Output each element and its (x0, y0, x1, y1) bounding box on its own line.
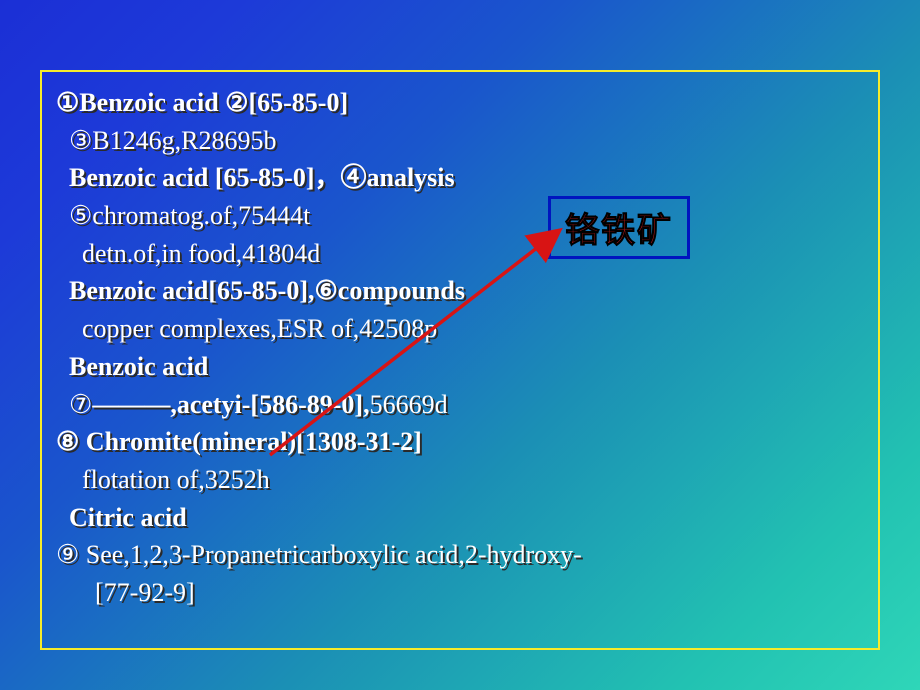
index-line: ③B1246g,R28695b (56, 122, 864, 160)
index-line: ⑨ See,1,2,3-Propanetricarboxylic acid,2-… (56, 536, 864, 574)
index-line: ⑧ Chromite(mineral)[1308-31-2] (56, 423, 864, 461)
index-line: Benzoic acid [65-85-0]，④analysis (56, 159, 864, 197)
content-frame: ①Benzoic acid ②[65-85-0] ③B1246g,R28695b… (40, 70, 880, 650)
index-line: Benzoic acid (56, 348, 864, 386)
index-line: ⑤chromatog.of,75444t (56, 197, 864, 235)
index-line: flotation of,3252h (56, 461, 864, 499)
callout-chromite-cn: 铬铁矿 (548, 196, 690, 259)
index-line: Benzoic acid[65-85-0],⑥compounds (56, 272, 864, 310)
index-line: ①Benzoic acid ②[65-85-0] (56, 84, 864, 122)
index-line: ⑦———,acetyi-[586-89-0],56669d (56, 386, 864, 424)
index-line: copper complexes,ESR of,42508p (56, 310, 864, 348)
index-line: Citric acid (56, 499, 864, 537)
index-line: detn.of,in food,41804d (56, 235, 864, 273)
index-lines: ①Benzoic acid ②[65-85-0] ③B1246g,R28695b… (56, 84, 864, 612)
index-line: [77-92-9] (56, 574, 864, 612)
